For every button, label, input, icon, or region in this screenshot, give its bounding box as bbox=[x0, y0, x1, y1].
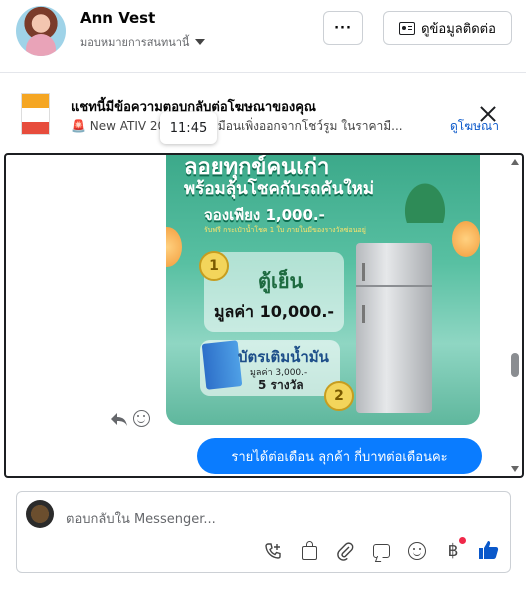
saved-reply-icon[interactable] bbox=[370, 540, 392, 562]
attachment-icon[interactable] bbox=[334, 540, 356, 562]
assign-label: มอบหมายการสนทนานี้ bbox=[80, 36, 190, 49]
lantern-decoration bbox=[452, 221, 480, 257]
scroll-down-arrow[interactable] bbox=[511, 466, 519, 472]
conversation-header: Ann Vest มอบหมายการสนทนานี้ ··· ดูข้อมูล… bbox=[0, 0, 526, 72]
reply-input[interactable]: ตอบกลับใน Messenger... bbox=[66, 508, 216, 529]
header-divider bbox=[0, 72, 526, 73]
contact-card-icon bbox=[399, 21, 416, 35]
bag-icon[interactable] bbox=[298, 540, 320, 562]
react-icon[interactable] bbox=[133, 410, 150, 427]
refrigerator-image bbox=[356, 243, 432, 413]
lotus-decoration bbox=[390, 163, 460, 223]
call-add-icon[interactable] bbox=[262, 540, 284, 562]
avatar[interactable] bbox=[16, 6, 66, 56]
voucher-count: 5 รางวัล bbox=[258, 378, 304, 392]
fuel-card-image bbox=[201, 340, 243, 390]
view-contact-label: ดูข้อมูลติดต่อ bbox=[421, 21, 496, 37]
ad-headline-3: จองเพียง 1,000.- bbox=[204, 206, 325, 224]
prize-value: มูลค่า 10,000.- bbox=[214, 302, 335, 321]
reply-icon[interactable] bbox=[109, 411, 129, 427]
timestamp-tooltip: 11:45 bbox=[160, 112, 217, 144]
like-icon[interactable] bbox=[476, 537, 502, 563]
scrollbar[interactable] bbox=[510, 155, 520, 476]
prize-badge-2: 2 bbox=[324, 381, 354, 411]
page-avatar bbox=[26, 500, 54, 528]
emoji-icon[interactable] bbox=[406, 540, 428, 562]
more-icon: ··· bbox=[334, 20, 352, 36]
ad-banner-subtitle: 🚨 New ATIV 20 สดใหม่เหมือนเพิ่งออกจากโชว… bbox=[71, 119, 403, 133]
notification-dot bbox=[459, 537, 466, 544]
more-options-button[interactable]: ··· bbox=[323, 11, 363, 45]
outgoing-message-bubble[interactable]: รายได้ต่อเดือน ลุกค้า กี่บาทต่อเดือนคะ bbox=[197, 438, 482, 474]
ad-fine-print: รับฟรี กระเป๋าน้ำโชค 1 ใบ ภายในมีของรางว… bbox=[204, 226, 366, 234]
scroll-thumb[interactable] bbox=[511, 353, 519, 377]
scroll-up-arrow[interactable] bbox=[511, 159, 519, 165]
message-thread[interactable]: ลอยทุกข์คนเก่า พร้อมลุ้นโชคกับรถคันใหม่ … bbox=[4, 153, 524, 478]
view-contact-button[interactable]: ดูข้อมูลติดต่อ bbox=[383, 11, 512, 45]
assign-conversation-dropdown[interactable]: มอบหมายการสนทนานี้ bbox=[80, 33, 206, 51]
ad-image-message[interactable]: ลอยทุกข์คนเก่า พร้อมลุ้นโชคกับรถคันใหม่ … bbox=[166, 155, 480, 425]
ad-thumbnail[interactable] bbox=[21, 93, 50, 135]
contact-name[interactable]: Ann Vest bbox=[80, 9, 155, 27]
prize-title: ตู้เย็น bbox=[258, 269, 304, 293]
caret-down-icon bbox=[195, 39, 206, 45]
ad-headline-2: พร้อมลุ้นโชคกับรถคันใหม่ bbox=[184, 179, 375, 199]
view-ad-link[interactable]: ดูโฆษณา bbox=[450, 117, 499, 136]
lantern-decoration bbox=[166, 227, 182, 267]
prize-badge-1: 1 bbox=[199, 251, 229, 281]
